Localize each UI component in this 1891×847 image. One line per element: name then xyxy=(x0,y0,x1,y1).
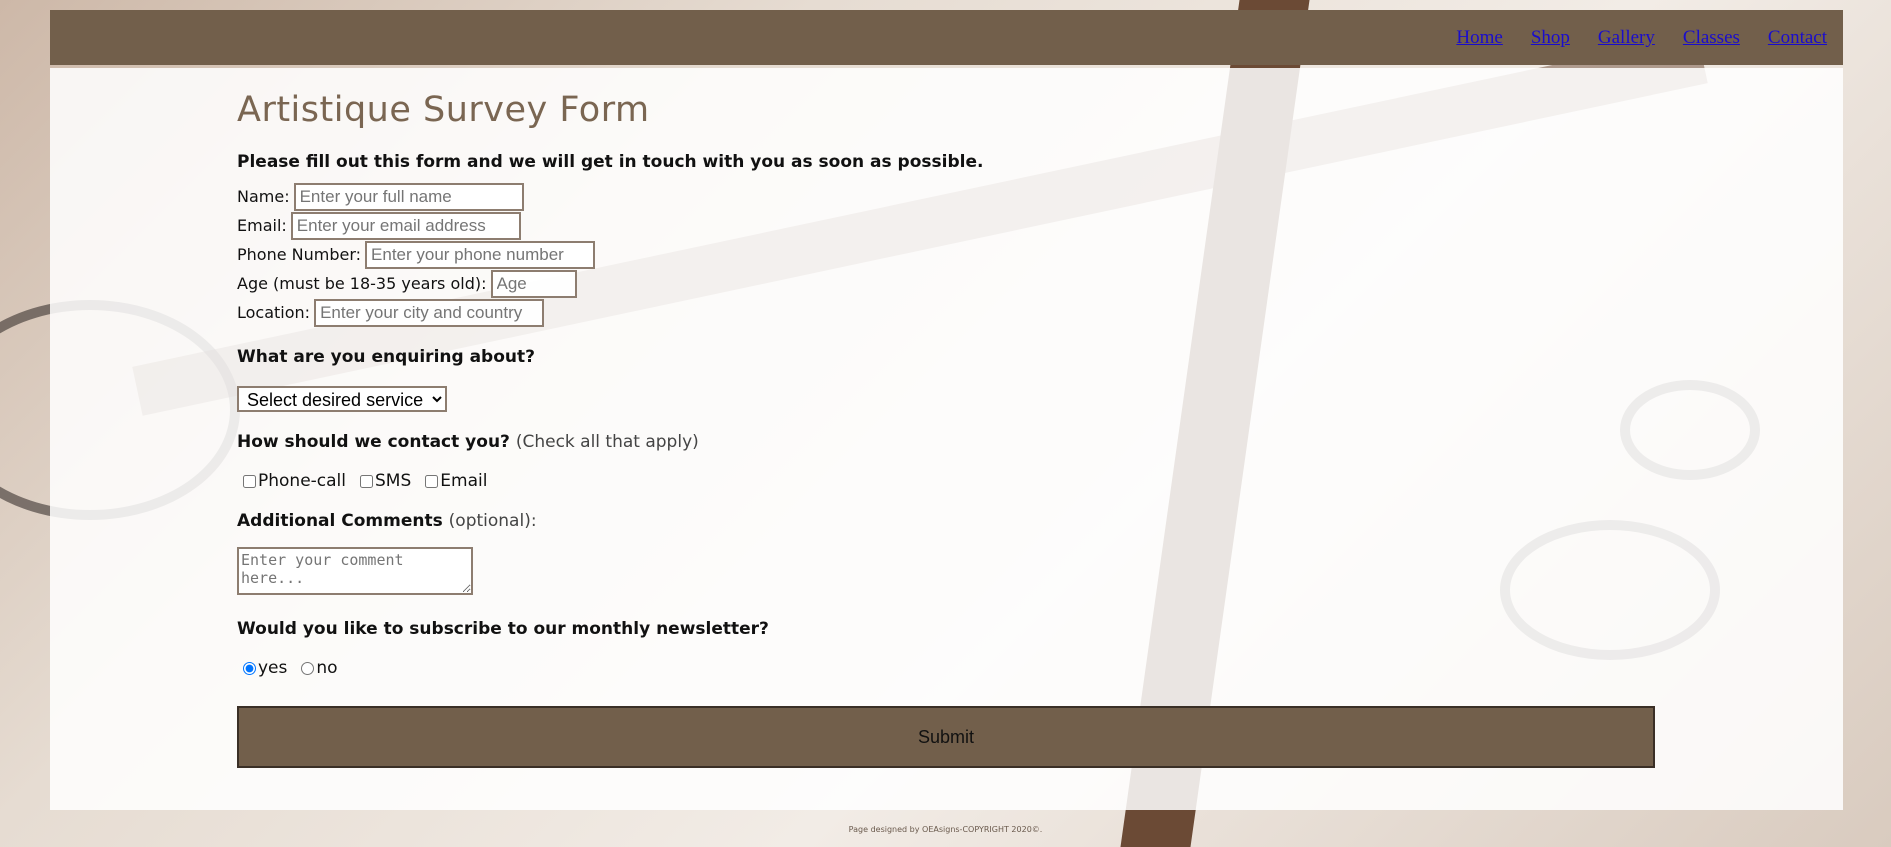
name-label: Name: xyxy=(237,187,290,206)
submit-button[interactable]: Submit xyxy=(237,706,1655,768)
age-label: Age (must be 18-35 years old): xyxy=(237,274,487,293)
comments-textarea[interactable] xyxy=(237,547,473,595)
age-row: Age (must be 18-35 years old): xyxy=(237,269,1657,298)
comments-label: Additional Comments xyxy=(237,511,443,531)
email-option-label: Email xyxy=(440,471,488,491)
newsletter-question: Would you like to subscribe to our month… xyxy=(237,619,769,639)
location-label: Location: xyxy=(237,303,311,322)
phone-row: Phone Number: xyxy=(237,240,1657,269)
service-select[interactable]: Select desired service xyxy=(237,386,447,412)
email-label: Email: xyxy=(237,216,287,235)
location-row: Location: xyxy=(237,298,1657,327)
name-row: Name: xyxy=(237,182,1657,211)
contact-question: How should we contact you? (Check all th… xyxy=(237,432,1657,452)
newsletter-no-radio[interactable] xyxy=(301,661,315,675)
form-intro: Please fill out this form and we will ge… xyxy=(237,152,984,172)
contact-question-text: How should we contact you? xyxy=(237,432,510,452)
phone-call-option[interactable]: Phone-call xyxy=(237,471,346,491)
email-checkbox[interactable] xyxy=(425,474,439,488)
nav-home-link[interactable]: Home xyxy=(1456,27,1502,49)
sms-checkbox[interactable] xyxy=(360,474,374,488)
sms-option[interactable]: SMS xyxy=(354,471,411,491)
email-input[interactable] xyxy=(290,211,521,240)
newsletter-yes-radio[interactable] xyxy=(243,661,256,675)
newsletter-no-label: no xyxy=(316,658,338,678)
newsletter-yes-option[interactable]: yes xyxy=(237,658,287,678)
location-input[interactable] xyxy=(314,298,545,327)
email-row: Email: xyxy=(237,211,1657,240)
newsletter-options: yes no xyxy=(237,658,1657,678)
nav-classes-link[interactable]: Classes xyxy=(1683,27,1740,49)
nav-gallery-link[interactable]: Gallery xyxy=(1598,27,1655,49)
contact-note: (Check all that apply) xyxy=(515,432,699,452)
phone-call-checkbox[interactable] xyxy=(243,474,256,488)
age-input[interactable] xyxy=(490,269,577,298)
phone-input[interactable] xyxy=(365,240,596,269)
newsletter-yes-label: yes xyxy=(258,658,288,678)
survey-form: Artistique Survey Form Please fill out t… xyxy=(237,90,1657,678)
footer-text: Page designed by OEAsigns-COPYRIGHT 2020… xyxy=(848,825,1043,834)
comments-note: (optional): xyxy=(448,511,537,531)
nav-links: Home Shop Gallery Classes Contact xyxy=(1456,27,1827,49)
email-option[interactable]: Email xyxy=(419,471,487,491)
nav-shop-link[interactable]: Shop xyxy=(1531,27,1570,49)
nav-contact-link[interactable]: Contact xyxy=(1768,27,1827,49)
phone-label: Phone Number: xyxy=(237,245,362,264)
top-navbar: Home Shop Gallery Classes Contact xyxy=(50,10,1843,65)
newsletter-no-option[interactable]: no xyxy=(295,658,338,678)
enquiry-question: What are you enquiring about? xyxy=(237,347,535,367)
sms-label: SMS xyxy=(375,471,412,491)
phone-call-label: Phone-call xyxy=(258,471,347,491)
comments-heading: Additional Comments (optional): xyxy=(237,511,1657,531)
name-input[interactable] xyxy=(293,182,524,211)
form-panel: Artistique Survey Form Please fill out t… xyxy=(50,68,1843,810)
page-title: Artistique Survey Form xyxy=(237,90,650,130)
contact-options: Phone-call SMS Email xyxy=(237,471,1657,491)
